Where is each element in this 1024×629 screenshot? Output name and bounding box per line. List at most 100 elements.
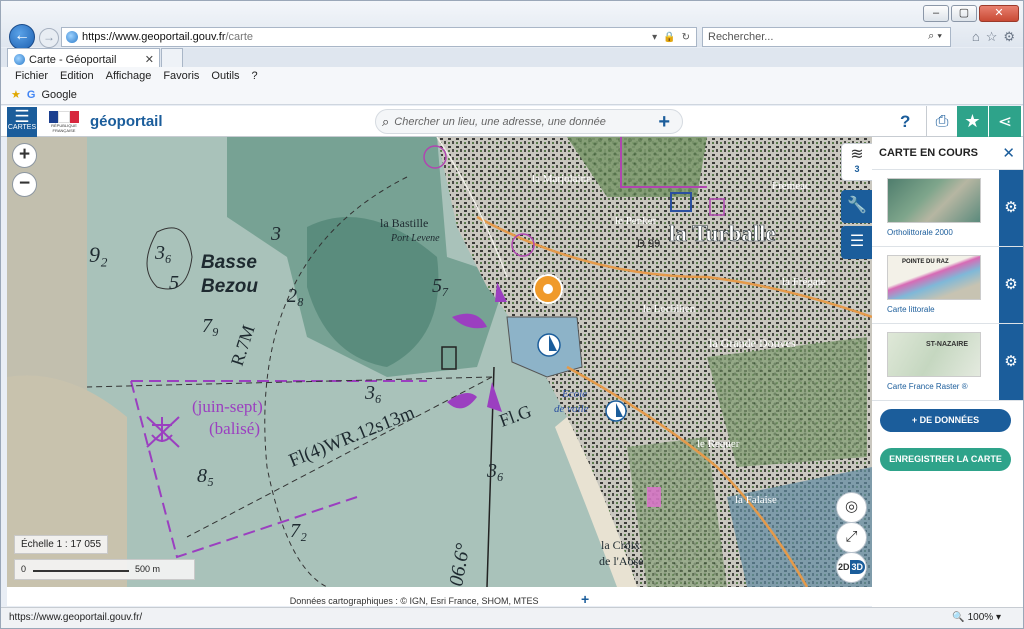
maximize-button[interactable]: ▢	[951, 5, 977, 22]
layer-thumbnail	[887, 178, 981, 223]
gear-icon: ⚙	[1004, 199, 1018, 216]
layer-settings-button[interactable]: ⚙	[999, 170, 1023, 246]
help-button[interactable]: ?	[900, 112, 910, 132]
url-host: https://www.geoportail.gouv.fr	[82, 31, 226, 43]
address-bar[interactable]: https://www.geoportail.gouv.fr/carte ▾ 🔒…	[61, 27, 697, 47]
star-icon: ★	[964, 111, 981, 131]
hamburger-icon: ☰	[14, 107, 30, 126]
layer-name: Carte littorale	[887, 305, 935, 314]
penker-label: le Penker	[615, 215, 657, 227]
wrench-icon: 🔧	[847, 197, 867, 214]
menu-bar: Fichier Edition Affichage Favoris Outils…	[1, 67, 1023, 85]
scale-min: 0	[21, 564, 27, 574]
favorites-star-add-icon[interactable]: ★	[11, 88, 21, 101]
toggle-2d-3d-button[interactable]: 2D 3D	[836, 552, 867, 583]
layer-thumbnail: ST-NAZAIRE	[887, 332, 981, 377]
dropdown-icon[interactable]: ▾	[652, 32, 657, 43]
minimize-button[interactable]: –	[923, 5, 949, 22]
map-imagery: 9₂ 3₆ 5 3 2₈ 7₉ 5₇ 3₆ 8₅ 7₂ 3₆ 06.6° Bas…	[7, 137, 872, 587]
legend-tab[interactable]: ☰	[841, 226, 872, 259]
tab-site-icon	[14, 54, 25, 65]
svg-text:3: 3	[270, 223, 281, 245]
forward-button[interactable]: →	[39, 28, 59, 48]
aose-label: de l'Aose	[599, 554, 643, 568]
home-icon[interactable]: ⌂	[972, 29, 980, 45]
layer-item-ortho[interactable]: Ortholittorale 2000 ⚙	[872, 170, 1023, 247]
port-levene-label: Port Levene	[390, 233, 440, 244]
layer-settings-button[interactable]: ⚙	[999, 247, 1023, 323]
layers-tab[interactable]: ≋ 3	[841, 143, 872, 181]
favorite-google[interactable]: Google	[41, 89, 76, 101]
url-path: /carte	[225, 31, 253, 43]
falaise-label: la Falaise	[735, 494, 777, 506]
status-bar: https://www.geoportail.gouv.fr/ 🔍 100% ▾	[1, 607, 1023, 628]
save-map-button[interactable]: ENREGISTRER LA CARTE	[880, 448, 1011, 471]
zoom-level[interactable]: 🔍 100% ▾	[952, 612, 1001, 623]
layer-item-littorale[interactable]: POINTE DU RAZ Carte littorale ⚙	[872, 247, 1023, 324]
printer-icon: ⎙	[935, 113, 949, 130]
settings-gear-icon[interactable]: ⚙	[1003, 29, 1015, 45]
new-tab-button[interactable]	[161, 48, 183, 67]
svg-text:8₅: 8₅	[197, 465, 214, 487]
balise-label: (balisé)	[209, 419, 260, 438]
share-icon: ⋖	[997, 112, 1013, 131]
tab-geoportail[interactable]: Carte - Géoportail ✕	[7, 48, 160, 67]
close-icon[interactable]: ✕	[1002, 144, 1015, 162]
gear-icon: ⚙	[1004, 353, 1018, 370]
menu-favoris[interactable]: Favoris	[163, 70, 199, 82]
panel-title: CARTE EN COURS	[879, 147, 979, 159]
place-search-input[interactable]: ⌕ Chercher un lieu, une adresse, une don…	[375, 109, 683, 134]
republique-francaise-logo: RÉPUBLIQUE FRANÇAISE	[45, 111, 83, 133]
layer-settings-button[interactable]: ⚙	[999, 324, 1023, 400]
layer-thumbnail: POINTE DU RAZ	[887, 255, 981, 300]
status-url: https://www.geoportail.gouv.fr/	[9, 612, 143, 623]
menu-help[interactable]: ?	[252, 70, 258, 82]
voile-label: de voile	[554, 403, 589, 415]
lock-icon[interactable]: 🔒	[663, 32, 675, 43]
svg-text:5₇: 5₇	[432, 275, 449, 297]
geolocate-button[interactable]: ◎	[836, 492, 867, 523]
attribution-more-icon[interactable]: +	[581, 591, 589, 607]
favorite-button[interactable]: ★	[957, 106, 988, 137]
expand-icon: ⤢	[845, 528, 858, 545]
map-canvas[interactable]: 9₂ 3₆ 5 3 2₈ 7₉ 5₇ 3₆ 8₅ 7₂ 3₆ 06.6° Bas…	[7, 137, 872, 587]
share-button[interactable]: ⋖	[989, 106, 1021, 137]
bezou-label: Bezou	[201, 276, 258, 297]
layer-item-raster[interactable]: ST-NAZAIRE Carte France Raster ® ⚙	[872, 324, 1023, 401]
browser-toolbar-icons: ⌂ ☆ ⚙	[972, 29, 1015, 45]
back-button[interactable]: ←	[9, 24, 35, 50]
geoportail-header: ☰ CARTES RÉPUBLIQUE FRANÇAISE géoportail…	[1, 106, 1023, 137]
refresh-icon[interactable]: ↻	[682, 32, 690, 43]
favorites-star-icon[interactable]: ☆	[986, 29, 998, 45]
window-controls: – ▢ ✕	[923, 5, 1019, 22]
site-icon	[66, 31, 78, 43]
cartes-menu-button[interactable]: ☰ CARTES	[7, 107, 37, 137]
svg-text:7₂: 7₂	[290, 520, 307, 542]
tab-close-icon[interactable]: ✕	[145, 53, 154, 66]
menu-edition[interactable]: Edition	[60, 70, 94, 82]
advanced-search-plus-icon[interactable]: +	[658, 112, 670, 132]
address-icons: ▾ 🔒 ↻	[652, 32, 696, 43]
panel-header: CARTE EN COURS ✕	[872, 137, 1023, 170]
google-icon: G	[26, 88, 36, 101]
basse-label: Basse	[201, 252, 257, 273]
layers-icon: ≋	[850, 146, 864, 163]
geoportail-logo[interactable]: géoportail	[90, 113, 163, 130]
menu-fichier[interactable]: Fichier	[15, 70, 48, 82]
tools-tab[interactable]: 🔧	[841, 190, 872, 223]
browser-search-input[interactable]: Rechercher... ⌕ ▾	[702, 27, 951, 47]
zoom-out-button[interactable]: −	[12, 172, 37, 197]
menu-outils[interactable]: Outils	[211, 70, 239, 82]
marjolaine-label: la Marjolaine	[532, 173, 591, 185]
turballe-label: la Turballe	[669, 221, 776, 246]
search-icon[interactable]: ⌕ ▾	[928, 30, 942, 43]
svg-text:3₆: 3₆	[154, 242, 172, 264]
print-button[interactable]: ⎙	[926, 106, 957, 137]
fullscreen-button[interactable]: ⤢	[836, 522, 867, 553]
add-data-button[interactable]: + DE DONNÉES	[880, 409, 1011, 432]
gear-icon: ⚙	[1004, 276, 1018, 293]
close-window-button[interactable]: ✕	[979, 5, 1019, 22]
tab-bar: Carte - Géoportail ✕	[1, 48, 1023, 67]
zoom-in-button[interactable]: +	[12, 143, 37, 168]
menu-affichage[interactable]: Affichage	[106, 70, 152, 82]
